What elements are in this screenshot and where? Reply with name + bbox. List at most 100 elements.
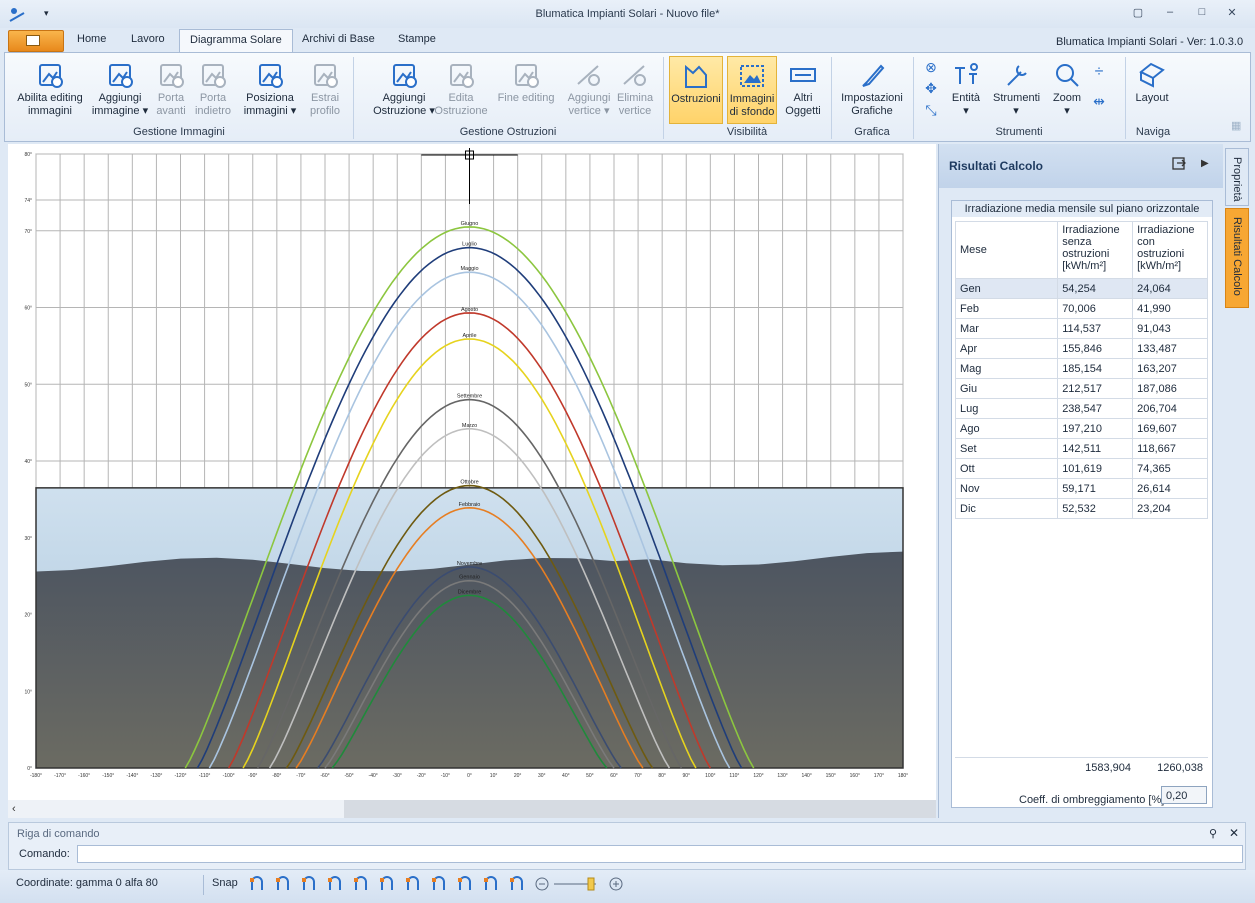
edit-obstruction-button[interactable]: Edita Ostruzione	[433, 56, 489, 124]
divide-icon[interactable]: ÷	[1091, 63, 1107, 80]
table-row[interactable]: Mag 185,154 163,207	[954, 358, 1208, 379]
x-tick-label: -10°	[441, 773, 450, 779]
horizontal-scrollbar[interactable]: ‹	[8, 800, 936, 818]
file-menu-button[interactable]	[8, 30, 64, 52]
panel-arrow-icon[interactable]: ▶	[1201, 158, 1209, 169]
zoom-slider-icon[interactable]	[552, 876, 598, 892]
enable-image-editing-button[interactable]: Abilita editing immagini	[11, 56, 89, 124]
tab-home[interactable]: Home	[77, 33, 106, 45]
add-vertex-button[interactable]: Aggiungi vertice ▾	[561, 56, 617, 124]
table-row[interactable]: Mar 114,537 91,043	[954, 318, 1208, 339]
snap-midpoint-icon[interactable]	[274, 876, 292, 892]
y-tick-label: 60°	[24, 306, 32, 312]
obstructions-toggle-button[interactable]: Ostruzioni	[669, 56, 723, 124]
table-cell: 238,547	[1057, 398, 1134, 419]
y-tick-label: 10°	[24, 689, 32, 695]
sun-path-label-febbraio: Febbraio	[459, 502, 481, 508]
snap-grid-icon[interactable]	[482, 876, 500, 892]
tab-diagramma-solare[interactable]: Diagramma Solare	[179, 29, 293, 52]
tab-proprieta[interactable]: Proprietà	[1225, 148, 1249, 206]
send-backward-button[interactable]: Porta indietro	[193, 56, 233, 124]
background-images-toggle-button[interactable]: Immagini di sfondo	[727, 56, 777, 124]
x-tick-label: 120°	[753, 773, 763, 779]
table-row[interactable]: Ago 197,210 169,607	[954, 418, 1208, 439]
pin-icon[interactable]: ⚲	[1209, 827, 1217, 840]
table-cell: 197,210	[1057, 418, 1134, 439]
table-cell: Dic	[954, 498, 1059, 519]
zoom-out-icon[interactable]	[534, 876, 552, 892]
tab-archivi-di-base[interactable]: Archivi di Base	[302, 33, 375, 45]
end-editing-button[interactable]: Fine editing	[493, 56, 559, 124]
add-vertex-label: Aggiungi vertice ▾	[567, 92, 611, 117]
close-button[interactable]: ✕	[1222, 6, 1242, 22]
table-row[interactable]: Gen 54,254 24,064	[954, 278, 1208, 299]
graphic-settings-button[interactable]: Impostazioni Grafiche	[837, 56, 907, 124]
snap-polar-icon[interactable]	[508, 876, 526, 892]
column-header[interactable]: Mese	[954, 221, 1059, 279]
zoom-in-icon[interactable]	[608, 876, 626, 892]
scroll-thumb[interactable]	[344, 800, 936, 818]
layout-button[interactable]: Layout	[1127, 56, 1177, 124]
scroll-left-icon[interactable]: ‹	[12, 803, 16, 815]
table-row[interactable]: Apr 155,846 133,487	[954, 338, 1208, 359]
extract-profile-button[interactable]: Estrai profilo	[303, 56, 347, 124]
table-cell: 212,517	[1057, 378, 1134, 399]
x-tick-label: 90°	[682, 773, 690, 779]
table-cell: 118,667	[1132, 438, 1208, 459]
snap-center-icon[interactable]	[300, 876, 318, 892]
command-title: Riga di comando	[17, 828, 100, 840]
command-input[interactable]	[77, 845, 1243, 863]
background-photo-landscape	[36, 551, 903, 768]
table-row[interactable]: Ott 101,619 74,365	[954, 458, 1208, 479]
restore-ribbon-icon[interactable]: ▢	[1128, 6, 1148, 22]
zoom-button[interactable]: Zoom ▾	[1045, 56, 1089, 124]
dock-icon[interactable]	[1171, 156, 1187, 172]
table-row[interactable]: Feb 70,006 41,990	[954, 298, 1208, 319]
scale-icon[interactable]: ⤡	[923, 102, 939, 118]
snap-quadrant-icon[interactable]	[326, 876, 344, 892]
snap-intersection-icon[interactable]	[352, 876, 370, 892]
table-row[interactable]: Nov 59,171 26,614	[954, 478, 1208, 499]
tab-lavoro[interactable]: Lavoro	[131, 33, 165, 45]
sun-path-label-dicembre: Dicembre	[458, 589, 482, 595]
sun-path-label-ottobre: Ottobre	[460, 480, 478, 486]
table-row[interactable]: Giu 212,517 187,086	[954, 378, 1208, 399]
command-close-icon[interactable]: ✕	[1229, 826, 1239, 840]
tab-risultati-calcolo[interactable]: Risultati Calcolo	[1225, 208, 1249, 308]
column-header[interactable]: Irradiazione con ostruzioni [kWh/m²]	[1132, 221, 1208, 279]
minimize-button[interactable]: –	[1160, 6, 1180, 22]
table-row[interactable]: Set 142,511 118,667	[954, 438, 1208, 459]
table-cell: 142,511	[1057, 438, 1134, 459]
maximize-button[interactable]: □	[1192, 6, 1212, 22]
delete-vertex-button[interactable]: Elimina vertice	[617, 56, 653, 124]
close-object-icon[interactable]: ⊗	[923, 59, 939, 75]
sun-path-diagram[interactable]: 0° 10° 20° 30° 40° 50° 60° 70° 74° 80° -180° -170° -…	[8, 144, 936, 800]
collapse-ribbon-icon[interactable]: ▦	[1231, 119, 1243, 132]
snap-tangent-icon[interactable]	[404, 876, 422, 892]
table-cell: 26,614	[1132, 478, 1208, 499]
sun-path-label-maggio: Maggio	[460, 266, 478, 272]
add-image-button[interactable]: Aggiungi immagine ▾	[91, 56, 149, 124]
table-header-row: Mese Irradiazione senza ostruzioni [kWh/m…	[954, 221, 1208, 279]
table-cell: 155,846	[1057, 338, 1134, 359]
table-row[interactable]: Dic 52,532 23,204	[954, 498, 1208, 519]
sun-path-chart[interactable]: 0° 10° 20° 30° 40° 50° 60° 70° 74° 80° -180° -170° -…	[8, 144, 936, 800]
table-cell: 163,207	[1132, 358, 1208, 379]
entities-button[interactable]: Entità ▾	[941, 56, 991, 124]
snap-nearest-icon[interactable]	[456, 876, 474, 892]
tools-button[interactable]: Strumenti ▾	[993, 56, 1040, 124]
snap-node-icon[interactable]	[430, 876, 448, 892]
move-icon[interactable]: ✥	[923, 80, 939, 96]
command-panel: Riga di comando ⚲ ✕ Comando:	[8, 822, 1246, 870]
bring-forward-button[interactable]: Porta avanti	[151, 56, 191, 124]
tab-stampe[interactable]: Stampe	[398, 33, 436, 45]
snap-perpendicular-icon[interactable]	[378, 876, 396, 892]
table-row[interactable]: Lug 238,547 206,704	[954, 398, 1208, 419]
column-header[interactable]: Irradiazione senza ostruzioni [kWh/m²]	[1057, 221, 1134, 279]
position-images-button[interactable]: Posiziona immagini ▾	[239, 56, 301, 124]
table-cell: 59,171	[1057, 478, 1134, 499]
other-objects-toggle-button[interactable]: Altri Oggetti	[781, 56, 825, 124]
split-vertical-icon[interactable]: ⇹	[1091, 93, 1107, 109]
snap-endpoint-icon[interactable]	[248, 876, 266, 892]
ribbon-tabs: Home Lavoro Diagramma Solare Archivi di …	[0, 28, 1255, 52]
